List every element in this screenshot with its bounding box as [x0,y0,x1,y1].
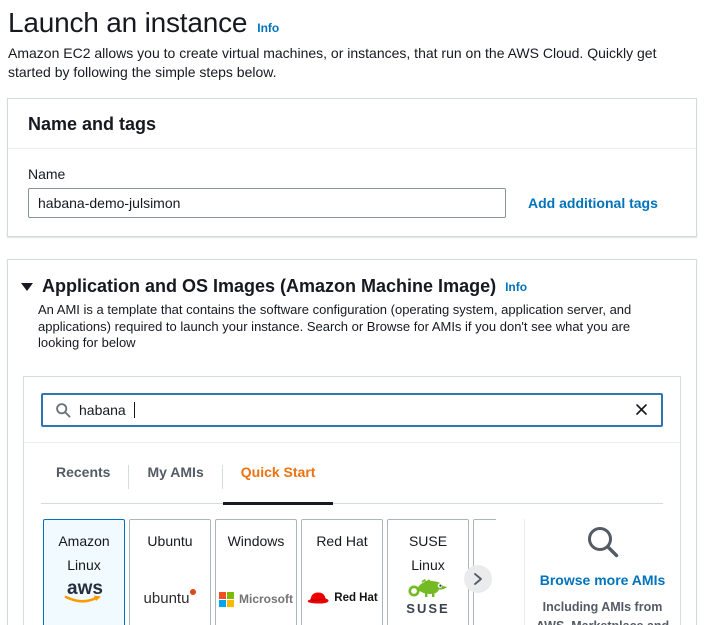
ami-section: Application and OS Images (Amazon Machin… [7,259,697,625]
ami-card-title: SUSE Linux [391,529,465,577]
ami-search-input[interactable]: habana [41,393,663,427]
name-input[interactable] [28,188,506,218]
ami-panel: habana Recents My AMIs Quick Start Amazo [23,376,681,625]
title-row: Launch an instance Info [8,7,696,39]
microsoft-squares-icon [219,592,234,607]
page-title: Launch an instance [8,7,247,39]
ami-cards-strip: Amazon Linux aws Ubuntu ubuntu [43,519,496,625]
ami-card-ubuntu[interactable]: Ubuntu ubuntu [129,519,211,625]
browse-more-amis-note: Including AMIs from AWS, Marketplace and… [530,598,676,625]
suse-logo: SUSE [406,577,449,616]
redhat-logo-text: Red Hat [334,592,377,604]
suse-chameleon-icon [407,577,449,599]
page-description: Amazon EC2 allows you to create virtual … [8,44,668,81]
tab-my-amis[interactable]: My AMIs [129,443,221,503]
text-cursor [134,402,135,418]
ami-card-title: Ubuntu [147,529,192,553]
ubuntu-logo: ubuntu [144,589,197,607]
ami-card-title: Windows [228,529,285,553]
aws-logo-text: aws [67,578,103,599]
ubuntu-circle-mark [190,589,196,595]
ami-source-tabs: Recents My AMIs Quick Start [41,443,663,504]
ami-card-title: Red Hat [316,529,367,553]
tab-quick-start[interactable]: Quick Start [223,443,334,503]
page-info-link[interactable]: Info [257,21,279,35]
ubuntu-logo-text: ubuntu [144,590,190,607]
ami-card-red-hat[interactable]: Red Hat Red Hat [301,519,383,625]
name-and-tags-title: Name and tags [28,114,676,135]
redhat-logo: Red Hat [306,589,377,607]
ami-section-title: Application and OS Images (Amazon Machin… [42,276,496,297]
browse-more-amis-block: Browse more AMIs Including AMIs from AWS… [525,519,680,625]
clear-search-icon[interactable] [634,402,649,417]
search-icon [55,402,71,418]
ami-card-suse-linux[interactable]: SUSE Linux SUSE [387,519,469,625]
ami-info-link[interactable]: Info [505,280,527,294]
name-and-tags-header: Name and tags [8,99,696,149]
ami-card-amazon-linux[interactable]: Amazon Linux aws [43,519,125,625]
add-additional-tags-link[interactable]: Add additional tags [528,195,658,211]
ami-card-title: Amazon Linux [47,529,121,577]
ami-card-windows[interactable]: Windows Microsoft [215,519,297,625]
name-field-label: Name [28,166,676,182]
redhat-hat-icon [306,589,330,607]
tab-recents[interactable]: Recents [41,443,128,503]
microsoft-logo-text: Microsoft [239,592,293,606]
page-header: Launch an instance Info Amazon EC2 allow… [0,0,704,81]
microsoft-logo: Microsoft [219,592,293,607]
ami-cards-row: Amazon Linux aws Ubuntu ubuntu [24,504,680,625]
aws-logo: aws [60,577,108,607]
suse-logo-text: SUSE [406,601,449,616]
browse-more-amis-link[interactable]: Browse more AMIs [540,572,666,588]
name-and-tags-body: Name Add additional tags [8,149,696,236]
search-query-text: habana [79,402,126,418]
ami-section-description: An AMI is a template that contains the s… [38,302,668,352]
collapse-caret-icon[interactable] [21,283,33,291]
browse-search-icon [583,523,623,563]
ami-section-header: Application and OS Images (Amazon Machin… [8,260,696,297]
scroll-right-button[interactable] [464,565,492,593]
name-and-tags-section: Name and tags Name Add additional tags [7,98,697,237]
chevron-right-icon [471,572,485,586]
